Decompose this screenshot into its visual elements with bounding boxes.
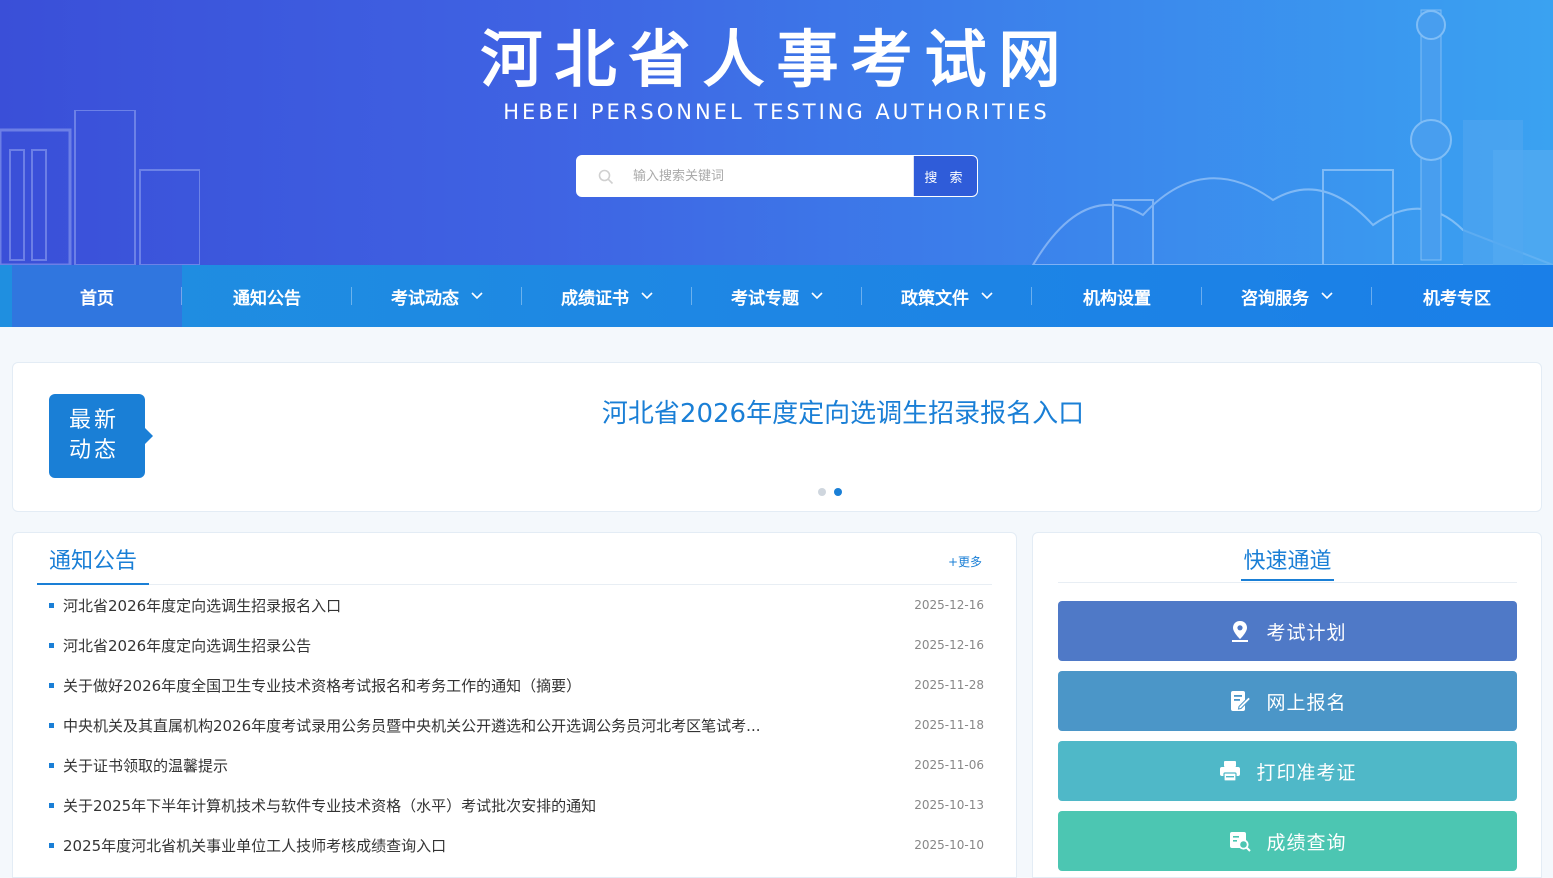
latest-news-badge: 最新 动态 [49,394,153,478]
main-nav: 首页 通知公告 考试动态 成绩证书 考试专题 政策文件 机构设置 咨询服务 机考… [0,265,1553,327]
nav-item-consulting[interactable]: 咨询服务 [1202,265,1372,327]
carousel-dot[interactable] [818,488,826,496]
nav-item-label: 咨询服务 [1241,288,1309,309]
nav-item-home[interactable]: 首页 [12,265,182,327]
list-item[interactable]: 关于做好2026年度全国卫生专业技术资格考试报名和考务工作的通知（摘要） 202… [49,665,992,705]
list-item[interactable]: 关于2025年下半年计算机技术与软件专业技术资格（水平）考试批次安排的通知 20… [49,785,992,825]
notice-date: 2025-10-10 [914,838,984,852]
edit-form-icon [1231,691,1252,711]
quick-button-label: 网上报名 [1266,691,1347,714]
header-banner: 河北省人事考试网 HEBEI PERSONNEL TESTING AUTHORI… [0,0,1553,265]
notices-title: 通知公告 [37,543,150,585]
notice-title[interactable]: 2025年度河北省机关事业单位工人技师考核成绩查询入口 [63,835,823,856]
nav-item-label: 机考专区 [1423,288,1491,309]
chevron-down-icon [641,292,653,300]
list-item[interactable]: 河北省2026年度定向选调生招录报名入口 2025-12-16 [49,585,992,625]
score-search-icon [1230,832,1252,852]
nav-item-label: 机构设置 [1083,288,1151,309]
notice-date: 2025-10-13 [914,798,984,812]
notice-list: 河北省2026年度定向选调生招录报名入口 2025-12-16 河北省2026年… [49,585,992,865]
site-subtitle: HEBEI PERSONNEL TESTING AUTHORITIES [503,100,1050,124]
exam-plan-button[interactable]: 考试计划 [1058,601,1517,661]
quick-access-header: 快速通道 [1058,533,1517,583]
search-input[interactable] [633,156,913,196]
site-title: 河北省人事考试网 [480,23,1073,96]
bullet-icon [49,602,54,608]
online-registration-button[interactable]: 网上报名 [1058,671,1517,731]
list-item[interactable]: 2025年度河北省机关事业单位工人技师考核成绩查询入口 2025-10-10 [49,825,992,865]
notice-title[interactable]: 关于证书领取的温馨提示 [63,755,823,776]
nav-item-computer-exam[interactable]: 机考专区 [1372,265,1542,327]
chevron-down-icon [1321,292,1333,300]
nav-item-label: 成绩证书 [561,288,629,309]
location-pin-icon [1232,621,1249,642]
carousel-indicators [818,488,850,496]
nav-item-exam-news[interactable]: 考试动态 [352,265,522,327]
printer-icon [1220,761,1241,782]
chevron-down-icon [981,292,993,300]
carousel-dot-active[interactable] [834,488,842,496]
list-item[interactable]: 关于证书领取的温馨提示 2025-11-06 [49,745,992,785]
badge-line: 动态 [69,438,120,463]
nav-item-label: 政策文件 [901,288,969,309]
notice-date: 2025-11-28 [914,678,984,692]
notice-title[interactable]: 关于2025年下半年计算机技术与软件专业技术资格（水平）考试批次安排的通知 [63,795,823,816]
nav-item-policy-documents[interactable]: 政策文件 [862,265,1032,327]
print-admission-ticket-button[interactable]: 打印准考证 [1058,741,1517,801]
nav-item-scores-certificates[interactable]: 成绩证书 [522,265,692,327]
notice-title[interactable]: 河北省2026年度定向选调生招录公告 [63,635,823,656]
quick-button-label: 打印准考证 [1256,761,1357,784]
notice-date: 2025-12-16 [914,638,984,652]
quick-access-panel: 快速通道 考试计划 网上报名 打印准考证 成绩查询 [1032,532,1542,878]
search-bar: 搜 索 [576,155,978,197]
notice-date: 2025-11-18 [914,718,984,732]
bullet-icon [49,722,54,728]
nav-item-label: 考试动态 [391,288,459,309]
nav-item-exam-topics[interactable]: 考试专题 [692,265,862,327]
nav-item-label: 首页 [80,288,114,309]
latest-news-carousel: 最新 动态 河北省2026年度定向选调生招录报名入口 [12,362,1542,512]
notices-panel: 通知公告 +更多 河北省2026年度定向选调生招录报名入口 2025-12-16… [12,532,1017,878]
notice-date: 2025-11-06 [914,758,984,772]
bullet-icon [49,802,54,808]
building-illustration [0,110,200,265]
latest-headline-link[interactable]: 河北省2026年度定向选调生招录报名入口 [173,393,1513,430]
quick-button-label: 成绩查询 [1266,831,1347,854]
list-item[interactable]: 中央机关及其直属机构2026年度考试录用公务员暨中央机关公开遴选和公开选调公务员… [49,705,992,745]
search-button[interactable]: 搜 索 [913,156,977,196]
nav-item-organization[interactable]: 机构设置 [1032,265,1202,327]
notice-title[interactable]: 中央机关及其直属机构2026年度考试录用公务员暨中央机关公开遴选和公开选调公务员… [63,715,823,736]
quick-access-title: 快速通道 [1241,543,1334,581]
nav-item-label: 通知公告 [233,288,301,309]
more-link[interactable]: +更多 [948,553,982,570]
notice-date: 2025-12-16 [914,598,984,612]
nav-item-notices[interactable]: 通知公告 [182,265,352,327]
notice-title[interactable]: 河北省2026年度定向选调生招录报名入口 [63,595,823,616]
notices-header: 通知公告 +更多 [37,533,992,585]
bullet-icon [49,842,54,848]
bullet-icon [49,682,54,688]
chevron-down-icon [811,292,823,300]
notice-title[interactable]: 关于做好2026年度全国卫生专业技术资格考试报名和考务工作的通知（摘要） [63,675,823,696]
score-query-button[interactable]: 成绩查询 [1058,811,1517,871]
list-item[interactable]: 河北省2026年度定向选调生招录公告 2025-12-16 [49,625,992,665]
nav-item-label: 考试专题 [731,288,799,309]
chevron-down-icon [471,292,483,300]
quick-button-label: 考试计划 [1266,621,1347,644]
bullet-icon [49,642,54,648]
badge-line: 最新 [69,408,120,433]
search-icon [598,169,614,185]
bullet-icon [49,762,54,768]
